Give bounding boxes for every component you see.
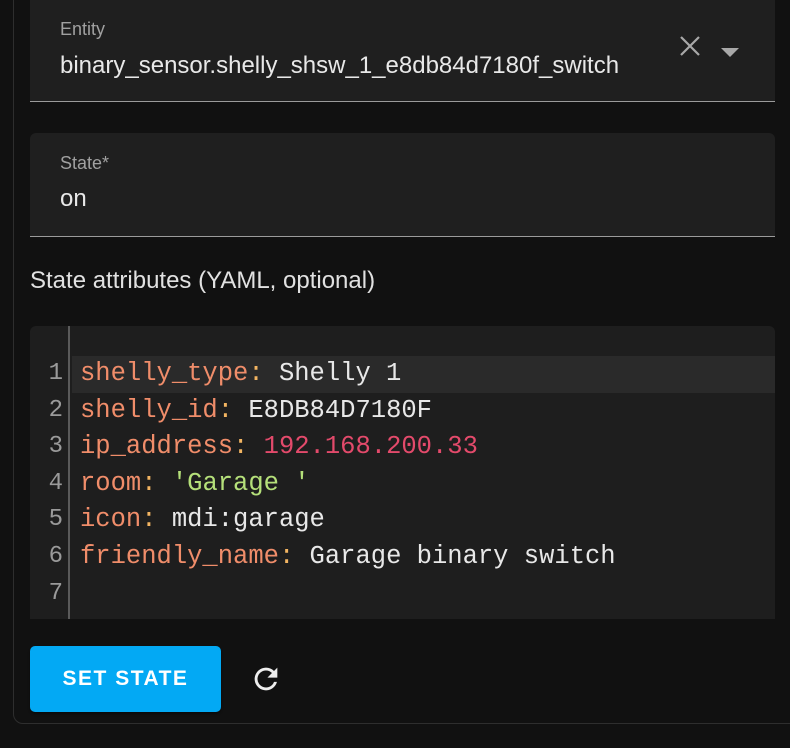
line-number: 5	[48, 506, 63, 534]
yaml-value: E8DB84D7180F	[233, 395, 432, 425]
yaml-key: ip_address	[80, 432, 234, 462]
refresh-icon[interactable]	[249, 662, 283, 701]
state-input[interactable]: on	[60, 185, 87, 213]
yaml-colon: :	[141, 468, 157, 498]
line-number: 3	[48, 433, 63, 461]
state-field[interactable]: State* on	[30, 133, 775, 237]
yaml-key: shelly_type	[80, 359, 249, 388]
line-number: 2	[48, 396, 63, 424]
yaml-value: 'Garage '	[156, 468, 310, 498]
set-state-button[interactable]: SET STATE	[30, 646, 221, 712]
yaml-colon: :	[217, 395, 234, 425]
yaml-colon: :	[233, 432, 249, 462]
yaml-code-editor[interactable]: 1 shelly_type: Shelly 12 shelly_id: E8DB…	[30, 326, 775, 619]
state-label: State*	[60, 153, 110, 173]
line-number: 7	[48, 579, 63, 607]
line-number: 6	[48, 543, 63, 570]
yaml-value: Garage binary switch	[294, 542, 616, 571]
caret-down-icon[interactable]	[720, 46, 740, 64]
yaml-key: friendly_name	[80, 542, 279, 571]
yaml-value: 192.168.200.33	[248, 432, 478, 462]
code-line[interactable]: 7	[30, 576, 775, 613]
line-number: 1	[48, 360, 63, 387]
code-line[interactable]: 6 friendly_name: Garage binary switch	[30, 539, 775, 576]
yaml-colon: :	[248, 359, 264, 388]
entity-input[interactable]: binary_sensor.shelly_shsw_1_e8db84d7180f…	[60, 52, 619, 80]
entity-label: Entity	[60, 19, 106, 39]
code-line[interactable]: 3 ip_address: 192.168.200.33	[30, 429, 775, 466]
yaml-key: shelly_id	[80, 395, 218, 425]
code-line[interactable]: 5 icon: mdi:garage	[30, 502, 775, 539]
yaml-colon: :	[278, 542, 295, 571]
yaml-value: Shelly 1	[263, 359, 402, 388]
entity-picker[interactable]: Entity binary_sensor.shelly_shsw_1_e8db8…	[30, 0, 775, 102]
code-line[interactable]: 2 shelly_id: E8DB84D7180F	[30, 393, 775, 430]
yaml-key: room	[80, 468, 142, 498]
state-attributes-label: State attributes (YAML, optional)	[30, 267, 376, 294]
yaml-value: mdi:garage	[156, 505, 325, 535]
close-icon[interactable]	[678, 34, 702, 63]
yaml-colon: :	[141, 505, 157, 535]
code-line[interactable]: 4 room: 'Garage '	[30, 466, 775, 503]
line-number: 4	[48, 469, 63, 497]
yaml-key: icon	[80, 505, 142, 535]
code-line[interactable]: 1 shelly_type: Shelly 1	[30, 356, 775, 393]
